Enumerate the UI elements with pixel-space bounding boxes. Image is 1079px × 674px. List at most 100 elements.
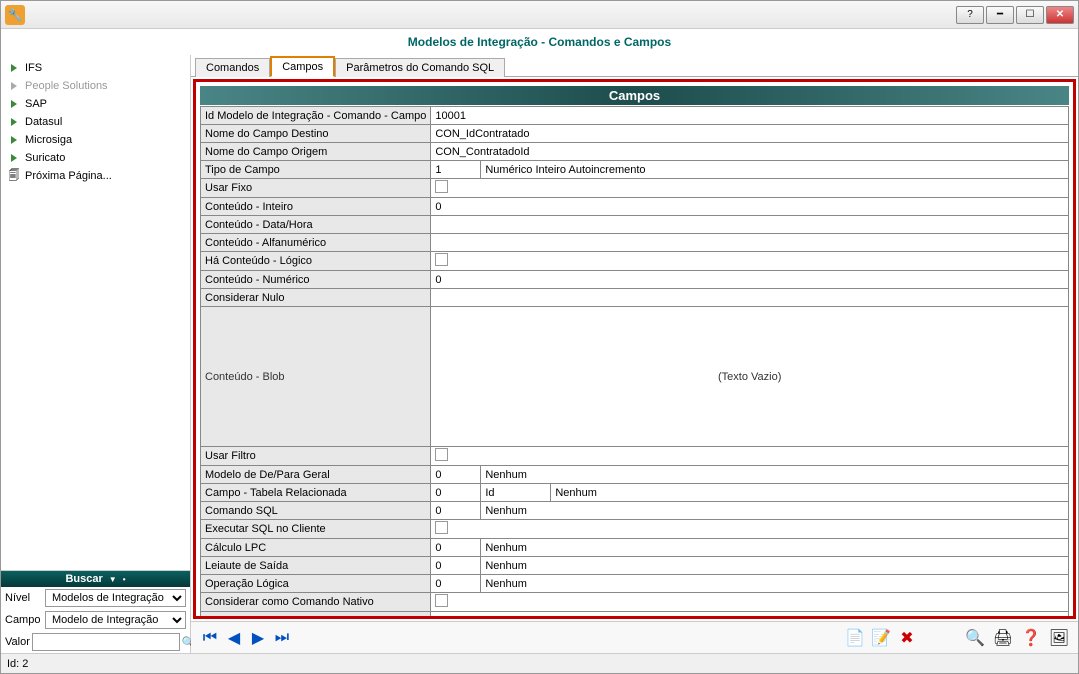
campo-tabela-code[interactable]: 0: [431, 484, 481, 502]
usar-fixo-label: Usar Fixo: [201, 179, 431, 198]
modelo-depara-code[interactable]: 0: [431, 466, 481, 484]
tipo-campo-code[interactable]: 1: [431, 161, 481, 179]
campo-tabela-label: Campo - Tabela Relacionada: [201, 484, 431, 502]
considerar-nulo-label: Considerar Nulo: [201, 289, 431, 307]
nav-first-button[interactable]: ⏮: [199, 628, 221, 648]
codigo-agrupamento-label: Código de Agrupamento de Campos: [201, 612, 431, 620]
conteudo-inteiro-label: Conteúdo - Inteiro: [201, 198, 431, 216]
considerar-nativo-value[interactable]: [431, 593, 1069, 612]
close-button[interactable]: ✕: [1046, 6, 1074, 24]
nav-last-button[interactable]: ⏭: [271, 628, 293, 648]
caret-down-icon: ▼: [109, 575, 117, 584]
form-area: Campos Id Modelo de Integração - Comando…: [193, 79, 1076, 619]
minimize-button[interactable]: ━: [986, 6, 1014, 24]
ha-conteudo-logico-value[interactable]: [431, 252, 1069, 271]
edit-button[interactable]: 📝: [870, 627, 892, 649]
operacao-logica-label: Operação Lógica: [201, 575, 431, 593]
status-id: Id: 2: [7, 658, 28, 670]
help-button[interactable]: ?: [956, 6, 984, 24]
tab-bar: Comandos Campos Parâmetros do Comando SQ…: [191, 55, 1078, 77]
tree-item-suricato[interactable]: Suricato: [1, 149, 190, 167]
search-header[interactable]: Buscar ▼ •: [1, 571, 190, 587]
nome-destino-value[interactable]: CON_IdContratado: [431, 125, 1069, 143]
tree-item-ifs[interactable]: IFS: [1, 59, 190, 77]
arrow-icon: [7, 97, 21, 111]
maximize-button[interactable]: ☐: [1016, 6, 1044, 24]
executar-sql-checkbox[interactable]: [435, 521, 448, 534]
nav-prev-button[interactable]: ◀: [223, 628, 245, 648]
titlebar: ? ━ ☐ ✕: [1, 1, 1078, 29]
action-buttons: 📄 📝 ✖ 🔍 🖨 ❓ 🖼: [844, 627, 1070, 649]
comando-sql-desc[interactable]: Nenhum: [481, 502, 1069, 520]
search-panel: Buscar ▼ • Nível Modelos de Integração C…: [1, 570, 190, 653]
conteudo-blob-value[interactable]: (Texto Vazio): [431, 307, 1069, 447]
tipo-campo-desc[interactable]: Numérico Inteiro Autoincremento: [481, 161, 1069, 179]
conteudo-numerico-value[interactable]: 0: [431, 271, 1069, 289]
nivel-select[interactable]: Modelos de Integração: [45, 589, 186, 607]
tab-campos[interactable]: Campos: [270, 56, 335, 77]
help-action-button[interactable]: ❓: [1020, 627, 1042, 649]
sidebar: IFS People Solutions SAP Datasul Microsi…: [1, 55, 191, 653]
leiaute-saida-desc[interactable]: Nenhum: [481, 557, 1069, 575]
campo-tabela-id[interactable]: Id: [481, 484, 551, 502]
tree-item-datasul[interactable]: Datasul: [1, 113, 190, 131]
comando-sql-label: Comando SQL: [201, 502, 431, 520]
nome-origem-value[interactable]: CON_ContratadoId: [431, 143, 1069, 161]
id-modelo-value[interactable]: 10001: [431, 107, 1069, 125]
tree-item-people-solutions[interactable]: People Solutions: [1, 77, 190, 95]
tree-item-label: SAP: [25, 98, 47, 110]
tree-item-microsiga[interactable]: Microsiga: [1, 131, 190, 149]
id-modelo-label: Id Modelo de Integração - Comando - Camp…: [201, 107, 431, 125]
operacao-logica-code[interactable]: 0: [431, 575, 481, 593]
campo-tabela-desc[interactable]: Nenhum: [551, 484, 1069, 502]
usar-fixo-checkbox[interactable]: [435, 180, 448, 193]
search-button[interactable]: 🔍: [964, 627, 986, 649]
conteudo-datahora-value[interactable]: [431, 216, 1069, 234]
tab-comandos[interactable]: Comandos: [195, 58, 270, 77]
tree-item-label: IFS: [25, 62, 42, 74]
tree-item-label: Datasul: [25, 116, 62, 128]
conteudo-inteiro-value[interactable]: 0: [431, 198, 1069, 216]
tipo-campo-label: Tipo de Campo: [201, 161, 431, 179]
conteudo-datahora-label: Conteúdo - Data/Hora: [201, 216, 431, 234]
nav-next-button[interactable]: ▶: [247, 628, 269, 648]
form-table: Id Modelo de Integração - Comando - Camp…: [200, 106, 1069, 619]
app-icon: [5, 5, 25, 25]
tab-parametros[interactable]: Parâmetros do Comando SQL: [335, 58, 505, 77]
comando-sql-code[interactable]: 0: [431, 502, 481, 520]
tree-item-sap[interactable]: SAP: [1, 95, 190, 113]
valor-label: Valor: [5, 636, 30, 648]
delete-button[interactable]: ✖: [896, 627, 918, 649]
considerar-nativo-checkbox[interactable]: [435, 594, 448, 607]
executar-sql-label: Executar SQL no Cliente: [201, 520, 431, 539]
ha-conteudo-logico-checkbox[interactable]: [435, 253, 448, 266]
valor-input[interactable]: [32, 633, 180, 651]
usar-fixo-value[interactable]: [431, 179, 1069, 198]
executar-sql-value[interactable]: [431, 520, 1069, 539]
calculo-lpc-desc[interactable]: Nenhum: [481, 539, 1069, 557]
print-button[interactable]: 🖨: [992, 627, 1014, 649]
tree-item-label: Suricato: [25, 152, 65, 164]
usar-filtro-value[interactable]: [431, 447, 1069, 466]
calculo-lpc-label: Cálculo LPC: [201, 539, 431, 557]
leiaute-saida-code[interactable]: 0: [431, 557, 481, 575]
conteudo-blob-label: Conteúdo - Blob: [201, 307, 431, 447]
status-bar: Id: 2: [1, 653, 1078, 673]
usar-filtro-checkbox[interactable]: [435, 448, 448, 461]
new-button[interactable]: 📄: [844, 627, 866, 649]
calculo-lpc-code[interactable]: 0: [431, 539, 481, 557]
bottom-toolbar: ⏮ ◀ ▶ ⏭ 📄 📝 ✖ 🔍 🖨 ❓ 🖼: [191, 621, 1078, 653]
codigo-agrupamento-value[interactable]: [431, 612, 1069, 620]
modelo-depara-desc[interactable]: Nenhum: [481, 466, 1069, 484]
usar-filtro-label: Usar Filtro: [201, 447, 431, 466]
tree-view: IFS People Solutions SAP Datasul Microsi…: [1, 55, 190, 570]
image-button[interactable]: 🖼: [1048, 627, 1070, 649]
arrow-icon: [7, 79, 21, 93]
conteudo-numerico-label: Conteúdo - Numérico: [201, 271, 431, 289]
campo-select[interactable]: Modelo de Integração: [45, 611, 186, 629]
conteudo-alfa-value[interactable]: [431, 234, 1069, 252]
operacao-logica-desc[interactable]: Nenhum: [481, 575, 1069, 593]
tree-next-page[interactable]: Próxima Página...: [1, 167, 190, 185]
considerar-nulo-value[interactable]: [431, 289, 1069, 307]
tree-item-label: Próxima Página...: [25, 170, 112, 182]
